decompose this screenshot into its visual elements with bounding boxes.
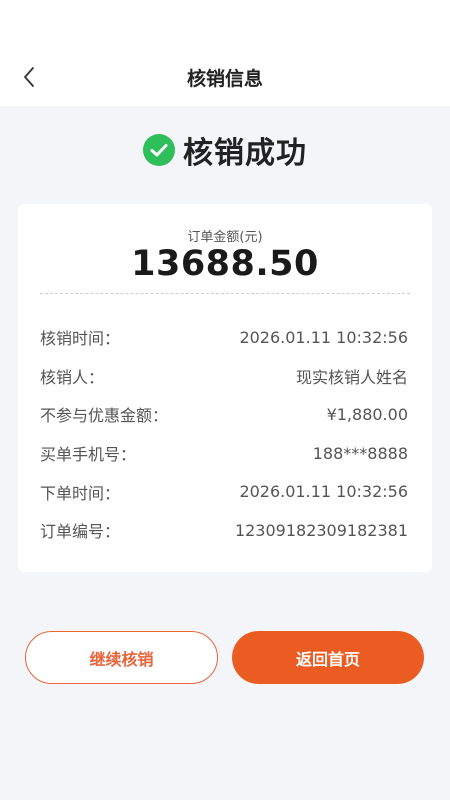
status-banner: 核销成功 — [0, 128, 450, 172]
info-list: 核销时间： 2026.01.11 10:32:56 核销人： 现实核销人姓名 不… — [40, 318, 408, 550]
page-title: 核销信息 — [186, 68, 263, 90]
info-row-order-number: 订单编号： 12309182309182381 — [40, 511, 408, 550]
info-row-order-time: 下单时间： 2026.01.11 10:32:56 — [40, 472, 408, 511]
row-value: 12309182309182381 — [234, 520, 408, 540]
header-bar: 核销信息 — [0, 0, 450, 106]
info-row-excluded-amount: 不参与优惠金额： ¥1,880.00 — [40, 395, 408, 434]
row-label: 订单编号： — [40, 522, 121, 542]
row-value: ¥1,880.00 — [326, 404, 408, 424]
row-label: 核销时间： — [40, 329, 121, 349]
check-circle-icon — [143, 134, 175, 166]
amount-label: 订单金额(元) — [187, 230, 263, 245]
order-card: 订单金额(元) 13688.50 核销时间： 2026.01.11 10:32:… — [18, 204, 432, 572]
info-row-phone: 买单手机号： 188***8888 — [40, 434, 408, 473]
status-text: 核销成功 — [183, 136, 307, 171]
row-value: 188***8888 — [312, 443, 408, 463]
row-value: 2026.01.11 10:32:56 — [239, 482, 408, 502]
row-value: 2026.01.11 10:32:56 — [239, 327, 408, 347]
row-label: 买单手机号： — [40, 445, 137, 465]
amount-value: 13688.50 — [131, 244, 319, 284]
row-label: 不参与优惠金额： — [40, 406, 169, 426]
row-label: 下单时间： — [40, 483, 121, 503]
row-label: 核销人： — [40, 367, 105, 387]
row-value: 现实核销人姓名 — [295, 367, 408, 387]
info-row-verify-time: 核销时间： 2026.01.11 10:32:56 — [40, 318, 408, 357]
return-home-button[interactable]: 返回首页 — [232, 631, 424, 684]
info-row-verifier: 核销人： 现实核销人姓名 — [40, 357, 408, 396]
dashed-divider — [40, 293, 410, 294]
continue-verify-button[interactable]: 继续核销 — [25, 631, 218, 684]
